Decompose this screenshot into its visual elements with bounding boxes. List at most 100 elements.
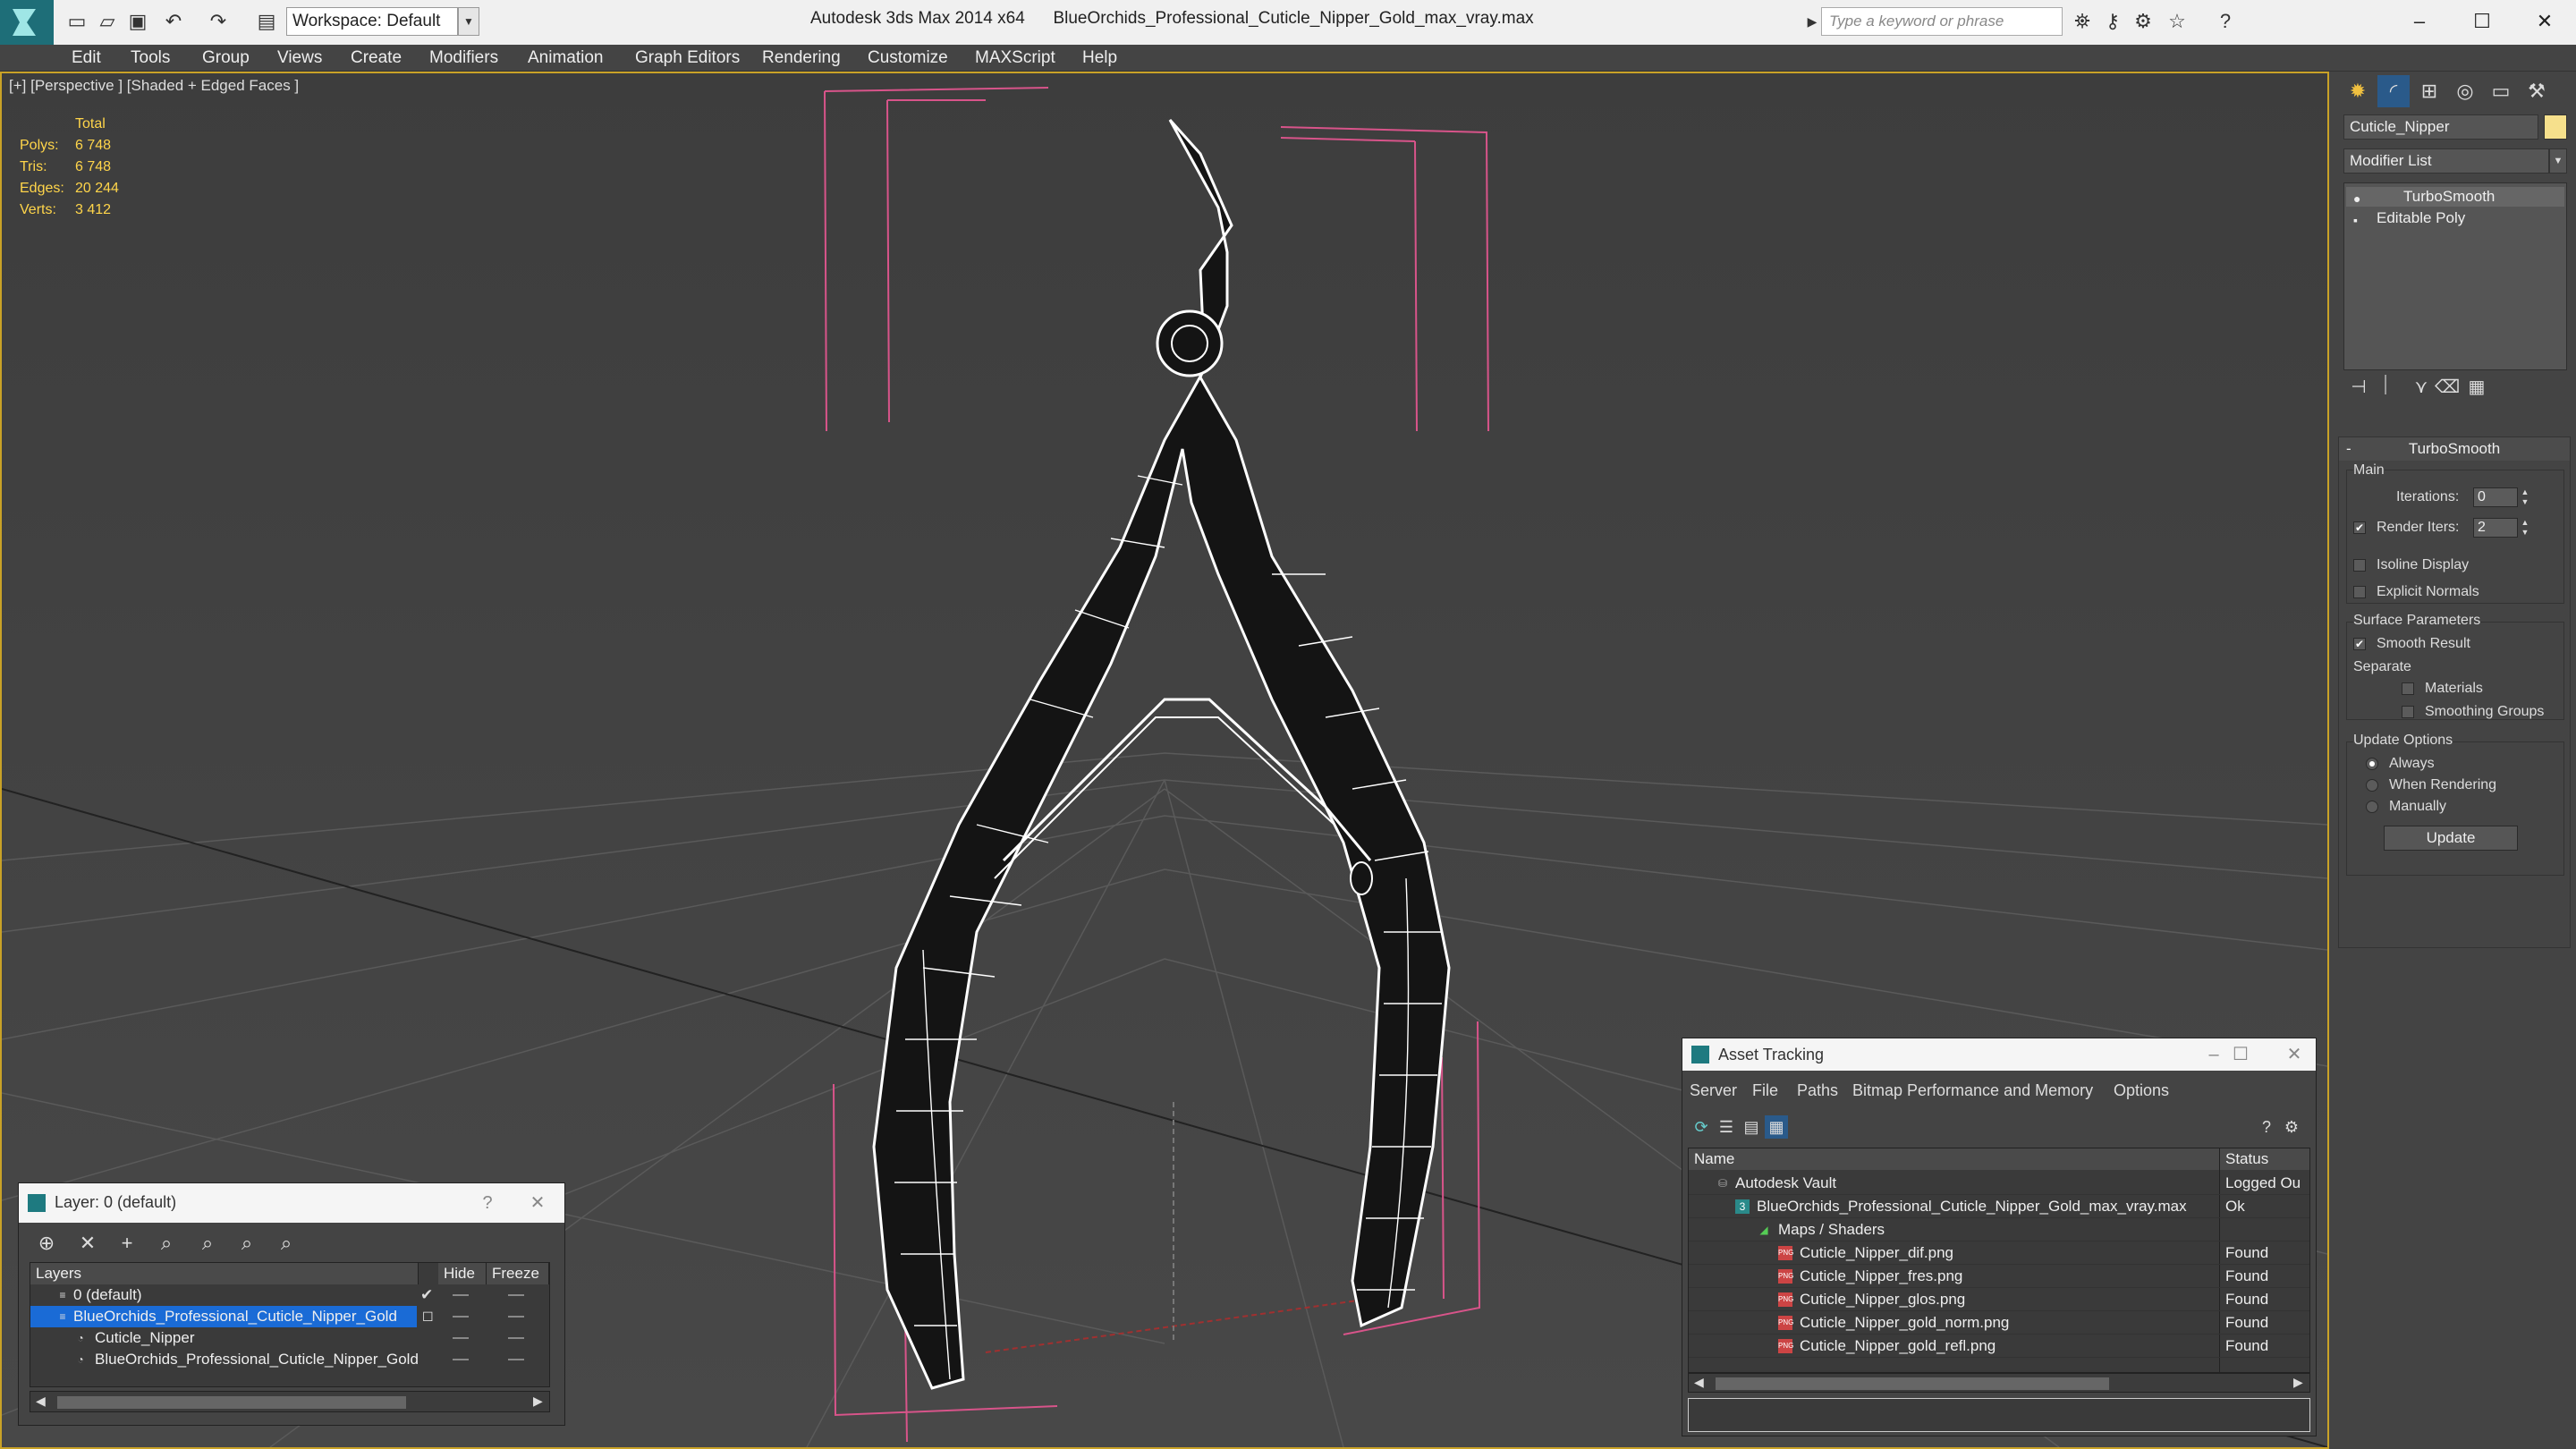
close-button[interactable]: ✕	[2522, 5, 2567, 38]
render-iters-checkbox[interactable]: ✔	[2353, 521, 2366, 534]
menu-bitmap-performance[interactable]: Bitmap Performance and Memory	[1852, 1081, 2093, 1100]
list-view-icon[interactable]: ☰	[1715, 1115, 1738, 1139]
freeze-toggle[interactable]	[508, 1337, 524, 1339]
menu-modifiers[interactable]: Modifiers	[429, 48, 498, 68]
object-name-field[interactable]: Cuticle_Nipper	[2343, 114, 2538, 140]
freeze-toggle[interactable]	[508, 1316, 524, 1318]
hide-toggle[interactable]	[453, 1359, 469, 1360]
maximize-button[interactable]: ☐	[2223, 1042, 2258, 1067]
menu-customize[interactable]: Customize	[868, 48, 948, 68]
refresh-icon[interactable]: ⟳	[1690, 1115, 1713, 1139]
table-row[interactable]: PNG Cuticle_Nipper_fres.png Found	[1689, 1265, 2309, 1288]
column-header-hide[interactable]: Hide	[438, 1263, 487, 1284]
key-icon[interactable]: ⚷	[2100, 9, 2125, 34]
horizontal-scrollbar[interactable]: ◀ ▶	[1688, 1373, 2310, 1393]
scrollbar-thumb[interactable]	[1716, 1377, 2109, 1390]
manually-radio[interactable]	[2366, 801, 2378, 813]
viewport-label[interactable]: [+] [Perspective ] [Shaded + Edged Faces…	[9, 77, 299, 95]
show-end-result-icon[interactable]: ⏐	[2374, 376, 2397, 396]
motion-tab-icon[interactable]: ◎	[2449, 75, 2481, 107]
menu-create[interactable]: Create	[351, 48, 402, 68]
scroll-left-icon[interactable]: ◀	[36, 1394, 46, 1409]
app-logo-icon[interactable]	[0, 0, 54, 45]
help-button[interactable]: ?	[470, 1191, 505, 1216]
smooth-result-checkbox[interactable]: ✔	[2353, 638, 2366, 650]
menu-options[interactable]: Options	[2114, 1081, 2169, 1100]
menu-animation[interactable]: Animation	[528, 48, 604, 68]
hide-all-layers-icon[interactable]: ⌕	[233, 1230, 260, 1257]
freeze-toggle[interactable]	[508, 1359, 524, 1360]
project-folder-icon[interactable]: ▤	[254, 9, 279, 34]
make-unique-icon[interactable]: ⋎	[2410, 376, 2433, 398]
hide-toggle[interactable]	[453, 1337, 469, 1339]
explicit-normals-checkbox[interactable]	[2353, 586, 2366, 598]
horizontal-scrollbar[interactable]: ◀ ▶	[30, 1391, 550, 1412]
chevron-down-icon[interactable]: ▼	[2549, 148, 2567, 174]
table-row[interactable]: PNG Cuticle_Nipper_gold_refl.png Found	[1689, 1335, 2309, 1358]
star-icon[interactable]: ☆	[2165, 9, 2190, 34]
always-radio[interactable]	[2366, 758, 2378, 770]
menu-maxscript[interactable]: MAXScript	[975, 48, 1055, 68]
when-rendering-radio[interactable]	[2366, 779, 2378, 792]
spinner-arrows-icon[interactable]: ▲ ▼	[2520, 518, 2530, 538]
hierarchy-tab-icon[interactable]: ⊞	[2413, 75, 2445, 107]
scroll-right-icon[interactable]: ▶	[533, 1394, 543, 1409]
remove-modifier-icon[interactable]: ⌫	[2435, 376, 2460, 398]
table-row[interactable]: PNG Cuticle_Nipper_gold_norm.png Found	[1689, 1311, 2309, 1335]
layer-window-titlebar[interactable]: Layer: 0 (default) ? ✕	[19, 1183, 564, 1223]
isoline-display-checkbox[interactable]	[2353, 559, 2366, 572]
smoothing-groups-checkbox[interactable]	[2402, 706, 2414, 718]
undo-icon[interactable]: ↶	[161, 9, 186, 34]
highlight-layer-icon[interactable]: ⌕	[194, 1230, 221, 1257]
minimize-button[interactable]: –	[2397, 5, 2442, 38]
utilities-tab-icon[interactable]: ⚒	[2521, 75, 2553, 107]
lightbulb-icon[interactable]: ●	[2353, 189, 2360, 208]
freeze-all-layers-icon[interactable]: ⌕	[273, 1230, 300, 1257]
close-button[interactable]: ✕	[520, 1191, 555, 1216]
layer-row[interactable]: ≡ BlueOrchids_Professional_Cuticle_Nippe…	[30, 1306, 549, 1327]
delete-layer-icon[interactable]: ✕	[74, 1230, 101, 1257]
iterations-spinner[interactable]: 0	[2473, 487, 2518, 507]
chevron-down-icon[interactable]: ▼	[458, 7, 479, 36]
subscription-icon[interactable]: ⚙	[2131, 9, 2156, 34]
modify-tab-icon[interactable]: ◜	[2377, 75, 2410, 107]
expand-plus-icon[interactable]: ▪	[2353, 210, 2358, 230]
spinner-arrows-icon[interactable]: ▲ ▼	[2520, 487, 2530, 507]
table-view-icon[interactable]: ▦	[1765, 1115, 1788, 1139]
new-file-icon[interactable]: ▭	[64, 9, 89, 34]
menu-file[interactable]: File	[1752, 1081, 1778, 1100]
help-icon[interactable]: ?	[2255, 1115, 2278, 1139]
scroll-right-icon[interactable]: ▶	[2293, 1375, 2303, 1390]
menu-tools[interactable]: Tools	[131, 48, 170, 68]
create-layer-icon[interactable]: ⊕	[33, 1230, 60, 1257]
stack-item-turbosmooth[interactable]: ● TurboSmooth	[2346, 187, 2564, 207]
open-file-icon[interactable]: ▱	[95, 9, 120, 34]
collapse-minus-icon[interactable]: -	[2346, 437, 2351, 461]
layer-row[interactable]: ◔ BlueOrchids_Professional_Cuticle_Nippe…	[30, 1349, 549, 1370]
thumbnail-view-icon[interactable]: ▤	[1740, 1115, 1763, 1139]
add-to-layer-icon[interactable]: +	[114, 1230, 140, 1257]
menu-rendering[interactable]: Rendering	[762, 48, 841, 68]
menu-server[interactable]: Server	[1690, 1081, 1737, 1100]
current-layer-check-icon[interactable]: ✔	[420, 1286, 433, 1304]
binoculars-icon[interactable]: ⛯	[2070, 9, 2095, 34]
column-header-freeze[interactable]: Freeze	[487, 1263, 549, 1284]
table-row[interactable]: 3 BlueOrchids_Professional_Cuticle_Nippe…	[1689, 1195, 2309, 1218]
configure-sets-icon[interactable]: ▦	[2465, 376, 2488, 398]
table-row[interactable]: PNG Cuticle_Nipper_glos.png Found	[1689, 1288, 2309, 1311]
column-header-status[interactable]: Status	[2220, 1148, 2309, 1170]
current-layer-box-icon[interactable]: ☐	[422, 1309, 434, 1325]
menu-paths[interactable]: Paths	[1797, 1081, 1838, 1100]
render-iters-spinner[interactable]: 2	[2473, 518, 2518, 538]
menu-graph-editors[interactable]: Graph Editors	[635, 48, 740, 68]
rollout-title[interactable]: - TurboSmooth	[2339, 437, 2570, 461]
layer-row[interactable]: ◔ Cuticle_Nipper	[30, 1327, 549, 1349]
menu-help[interactable]: Help	[1082, 48, 1117, 68]
display-tab-icon[interactable]: ▭	[2485, 75, 2517, 107]
menu-views[interactable]: Views	[277, 48, 322, 68]
maximize-button[interactable]: ☐	[2460, 5, 2504, 38]
materials-checkbox[interactable]	[2402, 682, 2414, 695]
create-tab-icon[interactable]: ✹	[2342, 75, 2374, 107]
update-button[interactable]: Update	[2384, 826, 2518, 851]
table-row[interactable]: ◢ Maps / Shaders	[1689, 1218, 2309, 1241]
